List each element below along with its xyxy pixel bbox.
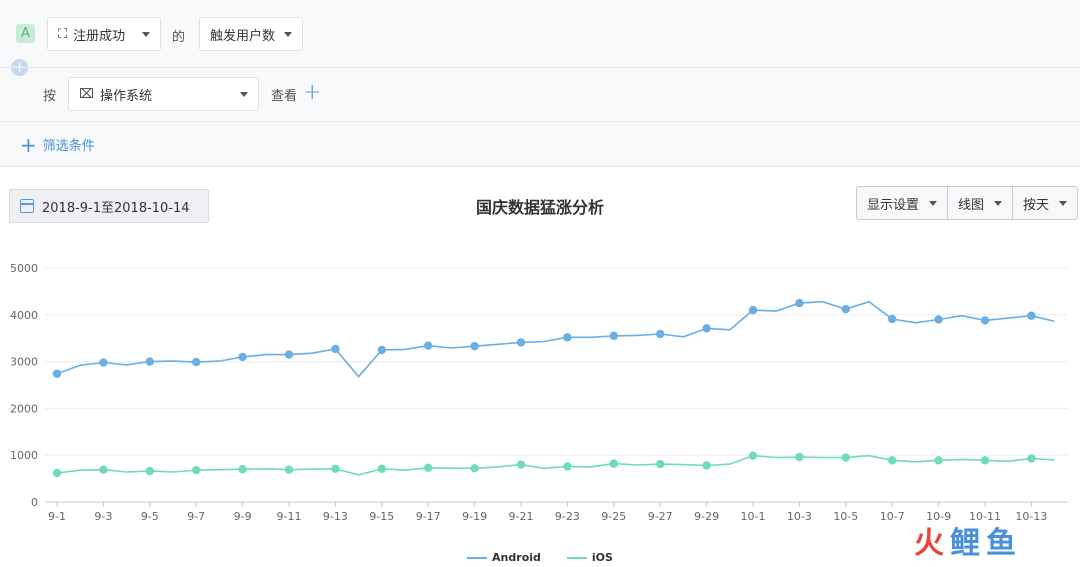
y-tick-label: 3000 bbox=[10, 356, 38, 369]
data-point-ios bbox=[52, 468, 62, 478]
data-point-android bbox=[888, 314, 897, 324]
x-tick-label: 9-17 bbox=[416, 510, 441, 523]
x-tick-label: 9-11 bbox=[277, 510, 302, 523]
data-point-android bbox=[656, 329, 665, 339]
data-point-android bbox=[99, 358, 108, 367]
data-point-ios bbox=[238, 465, 247, 474]
data-point-android bbox=[192, 357, 201, 367]
data-point-ios bbox=[331, 464, 340, 473]
x-tick-label: 10-5 bbox=[833, 510, 858, 523]
data-point-android bbox=[52, 369, 62, 378]
x-tick-label: 9-15 bbox=[369, 510, 394, 523]
y-tick-label: 2000 bbox=[10, 402, 38, 415]
x-tick-label: 9-7 bbox=[187, 510, 205, 523]
data-point-ios bbox=[516, 460, 526, 469]
data-point-android bbox=[145, 357, 154, 366]
x-tick-label: 9-25 bbox=[601, 510, 626, 523]
android-swatch bbox=[467, 556, 488, 559]
x-tick-label: 9-5 bbox=[141, 510, 159, 523]
data-point-ios bbox=[702, 461, 711, 470]
x-tick-label: 9-9 bbox=[234, 510, 252, 523]
data-point-ios bbox=[609, 459, 618, 468]
x-tick-label: 9-29 bbox=[694, 510, 719, 523]
data-point-ios bbox=[980, 456, 990, 465]
data-point-android bbox=[284, 350, 294, 359]
data-point-android bbox=[563, 333, 572, 342]
data-point-android bbox=[702, 324, 711, 333]
x-tick-label: 9-27 bbox=[648, 510, 673, 523]
x-tick-label: 9-1 bbox=[48, 510, 66, 523]
data-point-android bbox=[841, 304, 850, 314]
x-tick-label: 10-1 bbox=[741, 510, 766, 523]
y-tick-label: 0 bbox=[31, 496, 38, 509]
y-tick-label: 1000 bbox=[10, 449, 38, 462]
data-point-ios bbox=[656, 459, 665, 469]
data-point-android bbox=[470, 341, 479, 351]
legend-item-ios[interactable]: iOS bbox=[566, 551, 613, 564]
x-tick-label: 10-7 bbox=[880, 510, 905, 523]
data-point-android bbox=[934, 315, 943, 324]
data-point-ios bbox=[192, 465, 201, 475]
data-point-android bbox=[331, 344, 340, 354]
x-tick-label: 9-23 bbox=[555, 510, 580, 523]
data-point-ios bbox=[470, 464, 479, 473]
data-point-android bbox=[238, 352, 247, 362]
y-tick-label: 5000 bbox=[10, 262, 38, 275]
data-point-ios bbox=[99, 465, 108, 474]
data-point-ios bbox=[284, 465, 294, 474]
data-point-ios bbox=[841, 453, 850, 462]
data-point-ios bbox=[377, 464, 386, 473]
data-point-ios bbox=[145, 466, 154, 476]
data-point-android bbox=[795, 298, 804, 308]
data-point-android bbox=[748, 305, 758, 315]
data-point-ios bbox=[1027, 454, 1036, 463]
watermark-logo: 火鲤鱼 bbox=[914, 526, 1022, 561]
data-point-android bbox=[980, 316, 990, 325]
data-point-android bbox=[1027, 311, 1036, 320]
legend-item-android[interactable]: Android bbox=[467, 551, 541, 564]
y-tick-label: 4000 bbox=[10, 309, 38, 322]
data-point-ios bbox=[888, 456, 897, 465]
data-point-ios bbox=[795, 452, 804, 462]
data-point-ios bbox=[748, 451, 758, 460]
x-tick-label: 9-19 bbox=[462, 510, 487, 523]
ios-swatch bbox=[566, 556, 587, 559]
x-tick-label: 9-21 bbox=[509, 510, 534, 523]
data-point-android bbox=[516, 338, 526, 347]
data-point-android bbox=[609, 331, 618, 341]
x-tick-label: 9-3 bbox=[94, 510, 112, 523]
data-point-ios bbox=[563, 462, 572, 471]
data-point-ios bbox=[424, 463, 433, 473]
data-point-ios bbox=[934, 456, 943, 465]
series-line-ios bbox=[56, 454, 1055, 476]
line-chart: 0 1000 2000 3000 4000 5000 9-1 9-3 9-5 9-7 9-9 9-11… bbox=[10, 262, 1068, 523]
data-point-android bbox=[424, 341, 433, 350]
legend-label-ios: iOS bbox=[591, 551, 613, 564]
x-tick-label: 10-3 bbox=[787, 510, 812, 523]
legend-label-android: Android bbox=[492, 551, 541, 564]
x-tick-label: 9-13 bbox=[323, 510, 348, 523]
data-point-android bbox=[377, 345, 386, 355]
series-line-android bbox=[56, 300, 1055, 378]
